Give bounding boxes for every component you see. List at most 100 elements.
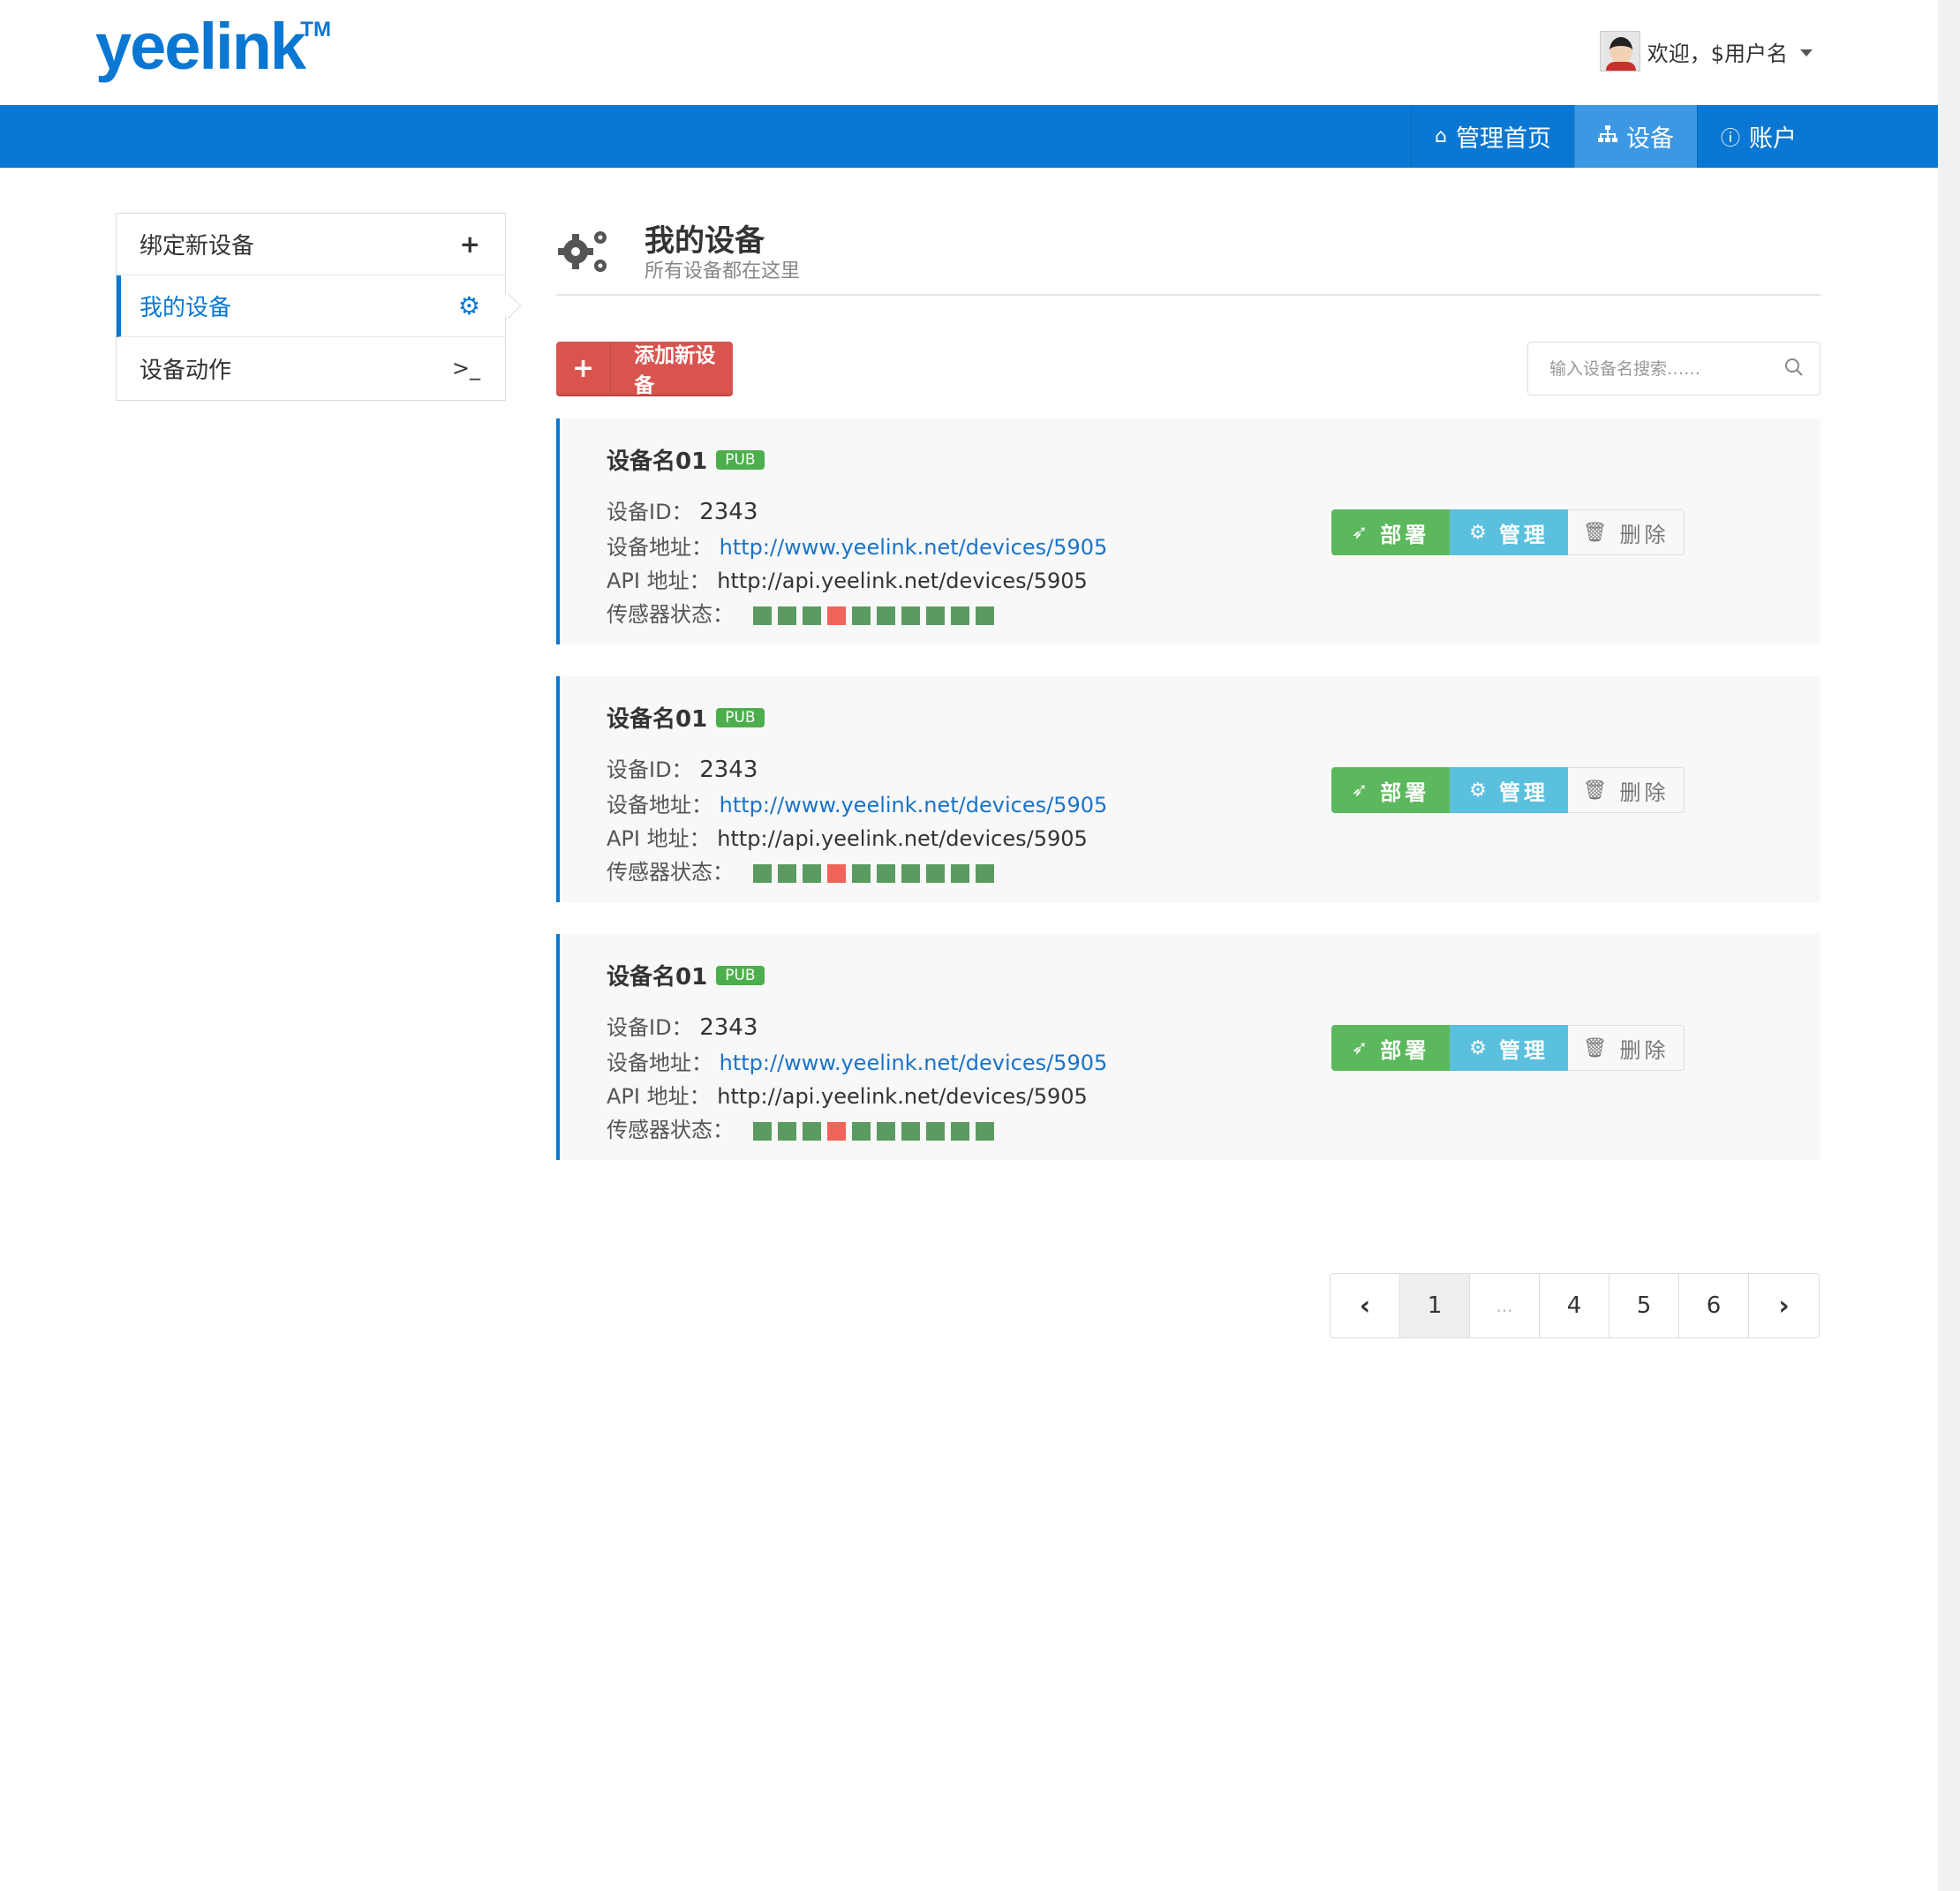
rocket-icon: ➶	[1351, 1036, 1368, 1059]
device-id-row: 设备ID： 2343	[607, 752, 758, 783]
caret-down-icon	[1800, 49, 1813, 57]
device-name[interactable]: 设备名01	[607, 443, 707, 476]
top-header: yeelink TM 欢迎，$用户名	[0, 0, 1938, 105]
sensor-ok-indicator	[925, 863, 945, 883]
rocket-icon: ➶	[1351, 779, 1368, 802]
sensor-ok-indicator	[925, 606, 945, 625]
sidebar-item-label: 我的设备	[139, 295, 232, 321]
device-url-row: 设备地址： http://www.yeelink.net/devices/590…	[607, 1045, 1107, 1076]
api-url-row: API 地址： http://api.yeelink.net/devices/5…	[607, 821, 1088, 852]
pagination-page-5[interactable]: 5	[1609, 1274, 1679, 1337]
delete-button[interactable]: 🗑 删除	[1568, 1025, 1685, 1071]
device-url-row: 设备地址： http://www.yeelink.net/devices/590…	[607, 530, 1107, 561]
pagination-ellipsis: ...	[1470, 1274, 1540, 1337]
device-url-label: 设备地址：	[607, 535, 712, 560]
pagination-page-1[interactable]: 1	[1400, 1274, 1470, 1337]
page-title: 我的设备	[645, 223, 765, 259]
sensor-status-row: 传感器状态：	[607, 1112, 994, 1143]
nav-item-devices[interactable]: 设备	[1573, 105, 1697, 168]
sidebar-item-label: 绑定新设备	[139, 233, 255, 260]
page-header: 我的设备 所有设备都在这里	[556, 216, 1821, 296]
device-id-value: 2343	[699, 757, 758, 783]
terminal-icon: >_	[451, 356, 480, 380]
search-box	[1527, 342, 1821, 396]
api-url-value: http://api.yeelink.net/devices/5905	[717, 826, 1088, 851]
api-url-value: http://api.yeelink.net/devices/5905	[717, 1084, 1088, 1109]
sensor-ok-indicator	[876, 606, 895, 625]
delete-button[interactable]: 🗑 删除	[1568, 767, 1685, 813]
sensor-ok-indicator	[901, 1121, 920, 1141]
pagination-prev[interactable]: ‹	[1331, 1274, 1400, 1337]
device-card: 设备名01 PUB 设备ID： 2343 设备地址： http://www.ye…	[556, 676, 1821, 902]
device-url-link[interactable]: http://www.yeelink.net/devices/5905	[720, 535, 1108, 560]
deploy-button[interactable]: ➶ 部署	[1331, 1025, 1450, 1071]
trash-icon: 🗑	[1582, 779, 1608, 802]
api-url-label: API 地址：	[607, 826, 711, 851]
user-menu[interactable]: 欢迎，$用户名	[1599, 31, 1813, 72]
sensor-ok-indicator	[975, 1121, 994, 1141]
device-name[interactable]: 设备名01	[607, 701, 707, 734]
logo[interactable]: yeelink TM	[95, 9, 331, 88]
logo-text: yeelink	[95, 10, 306, 83]
manage-button[interactable]: ⚙ 管理	[1450, 509, 1568, 555]
delete-label: 删除	[1619, 780, 1670, 805]
sensor-status-list	[752, 606, 994, 625]
trash-icon: 🗑	[1582, 521, 1608, 544]
pagination: ‹ 1 ... 4 5 6 ›	[1330, 1273, 1820, 1338]
home-icon: ⌂	[1435, 125, 1447, 147]
api-url-row: API 地址： http://api.yeelink.net/devices/5…	[607, 563, 1088, 594]
gear-icon: ⚙	[1469, 521, 1487, 544]
add-device-button[interactable]: + 添加新设备	[556, 342, 733, 397]
gear-icon: ⚙	[1469, 1036, 1487, 1059]
sensor-ok-indicator	[950, 606, 969, 625]
delete-button[interactable]: 🗑 删除	[1568, 509, 1685, 555]
search-icon[interactable]	[1784, 358, 1804, 377]
nav-item-account[interactable]: ⓘ 账户	[1696, 105, 1820, 168]
sensor-status-row: 传感器状态：	[607, 855, 994, 885]
search-input[interactable]	[1528, 343, 1775, 395]
device-actions: ➶ 部署 ⚙ 管理 🗑 删除	[1331, 767, 1685, 813]
deploy-label: 部署	[1380, 522, 1430, 547]
device-name[interactable]: 设备名01	[607, 959, 707, 991]
device-id-value: 2343	[699, 499, 758, 525]
manage-button[interactable]: ⚙ 管理	[1450, 1025, 1568, 1071]
sidebar-item-label: 设备动作	[139, 357, 232, 384]
device-url-link[interactable]: http://www.yeelink.net/devices/5905	[720, 793, 1108, 817]
sensor-ok-indicator	[876, 1121, 895, 1141]
deploy-button[interactable]: ➶ 部署	[1331, 767, 1450, 813]
sidebar-item-my-devices[interactable]: 我的设备 ⚙	[117, 275, 505, 337]
api-url-value: http://api.yeelink.net/devices/5905	[717, 569, 1088, 593]
device-title: 设备名01 PUB	[607, 701, 765, 734]
sidebar-item-bind-device[interactable]: 绑定新设备 +	[117, 214, 505, 275]
device-id-value: 2343	[699, 1014, 758, 1041]
sensor-ok-indicator	[802, 863, 821, 883]
manage-label: 管理	[1498, 780, 1549, 805]
deploy-label: 部署	[1380, 780, 1430, 805]
plus-icon: +	[556, 342, 612, 395]
nav-item-home[interactable]: ⌂ 管理首页	[1411, 105, 1574, 168]
pagination-page-6[interactable]: 6	[1679, 1274, 1749, 1337]
device-url-link[interactable]: http://www.yeelink.net/devices/5905	[720, 1051, 1108, 1075]
device-id-label: 设备ID：	[607, 757, 693, 782]
sensor-ok-indicator	[752, 606, 772, 625]
manage-button[interactable]: ⚙ 管理	[1450, 767, 1568, 813]
sensor-ok-indicator	[777, 863, 796, 883]
sensor-status-label: 传感器状态：	[607, 1118, 734, 1142]
gears-icon-svg	[558, 231, 607, 272]
device-badge: PUB	[716, 707, 765, 727]
pagination-page-4[interactable]: 4	[1540, 1274, 1609, 1337]
page-subtitle: 所有设备都在这里	[645, 260, 801, 283]
pagination-next[interactable]: ›	[1749, 1274, 1819, 1337]
device-id-row: 设备ID： 2343	[607, 1010, 758, 1041]
sensor-ok-indicator	[802, 606, 821, 625]
scrollbar-track[interactable]	[1938, 0, 1960, 1891]
device-id-label: 设备ID：	[607, 1015, 693, 1040]
sensor-ok-indicator	[950, 863, 969, 883]
sensor-ok-indicator	[851, 1121, 871, 1141]
sensor-ok-indicator	[876, 863, 895, 883]
user-greeting: 欢迎，$用户名	[1647, 41, 1788, 66]
sensor-ok-indicator	[777, 1121, 796, 1141]
deploy-button[interactable]: ➶ 部署	[1331, 509, 1450, 555]
sidebar-item-device-actions[interactable]: 设备动作 >_	[117, 337, 505, 399]
nav-item-devices-label: 设备	[1625, 125, 1674, 153]
